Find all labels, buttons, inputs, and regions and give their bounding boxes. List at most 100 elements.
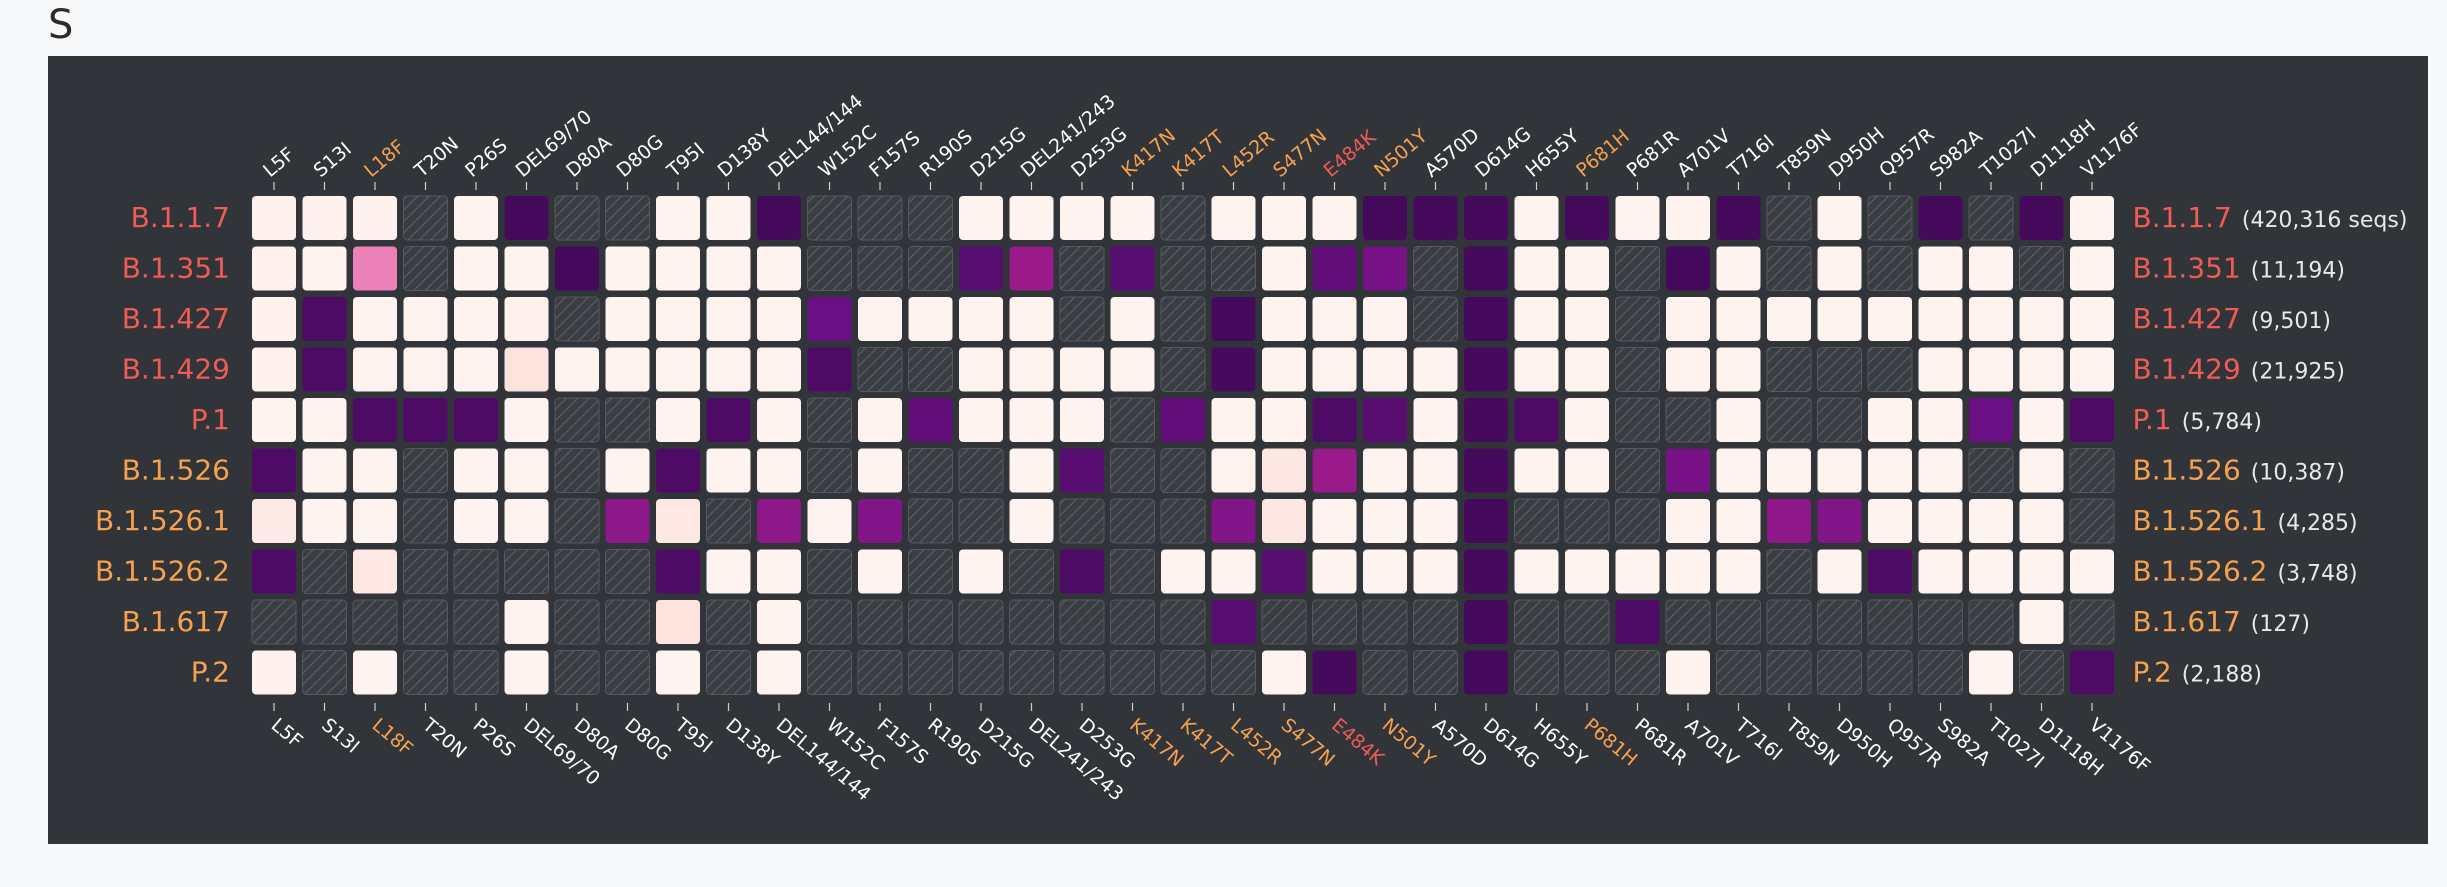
heatmap-cell: [1817, 448, 1862, 493]
heatmap-cell: [1362, 599, 1408, 645]
heatmap-cell: [1666, 297, 1710, 341]
heatmap-cell: [706, 297, 751, 341]
mutation-label-bottom: P681H: [1580, 714, 1642, 771]
heatmap-cell: [1009, 398, 1054, 442]
heatmap-cell: [706, 549, 751, 594]
heatmap-cell: [1262, 196, 1306, 240]
heatmap-cell: [1464, 549, 1508, 594]
heatmap-cell: [1968, 448, 2014, 493]
heatmap-cell: [555, 347, 599, 392]
mutation-labels-top: L5F S13I L18F T20NP26S DEL69/70D80AD80GT95I D…: [259, 90, 2147, 190]
heatmap-cell: [656, 448, 700, 493]
sequence-count: (11,194): [2251, 259, 2345, 284]
heatmap-cell: [2070, 549, 2114, 594]
heatmap-cell: [605, 347, 650, 392]
heatmap-cell: [1413, 448, 1458, 493]
sequence-count: (4,285): [2277, 511, 2357, 536]
mutation-label-top: A701V: [1673, 125, 1735, 182]
heatmap-cell: [1059, 599, 1105, 645]
heatmap-cell: [757, 297, 801, 341]
heatmap-cell: [1009, 196, 1054, 240]
heatmap-cell: [959, 196, 1003, 240]
heatmap-cell: [1362, 650, 1408, 695]
lineage-label: P.2: [191, 656, 230, 689]
heatmap-cell: [302, 599, 347, 645]
heatmap-cell: [807, 599, 852, 645]
heatmap-cell: [403, 246, 448, 291]
heatmap-cell: [1160, 347, 1206, 392]
heatmap-cell: [757, 347, 801, 392]
heatmap-cell: [1615, 600, 1660, 644]
heatmap-cell: [1160, 498, 1206, 544]
heatmap-cell: [302, 398, 347, 442]
heatmap-cell: [1514, 650, 1559, 695]
mutation-label-top: P681H: [1572, 125, 1634, 182]
heatmap-cell: [959, 246, 1003, 291]
heatmap-cell: [1160, 246, 1206, 291]
heatmap-cell: [1918, 196, 1963, 240]
mutation-label-bottom: D215G: [974, 714, 1038, 773]
heatmap-cell: [1312, 347, 1357, 392]
heatmap-cell: [1666, 549, 1710, 594]
heatmap-cell: [908, 498, 953, 544]
heatmap-cell: [554, 599, 600, 645]
heatmap-cell: [302, 297, 347, 341]
mutation-label-top: N501Y: [1370, 125, 1432, 182]
heatmap-cell: [1262, 246, 1306, 291]
heatmap-cell: [1413, 347, 1458, 392]
heatmap-cell: [2070, 650, 2114, 695]
heatmap-cell: [757, 398, 801, 442]
heatmap-cell: [1262, 650, 1306, 695]
heatmap-cell: [807, 549, 852, 594]
heatmap-cell: [2069, 448, 2115, 493]
lineage-label-right: B.1.526.2 (3,748): [2133, 555, 2358, 588]
heatmap-cell: [2019, 600, 2064, 644]
heatmap-cell: [1615, 549, 1660, 594]
heatmap-cell: [605, 195, 650, 241]
heatmap-cell: [858, 297, 902, 341]
heatmap-cell: [504, 650, 549, 695]
heatmap-cell: [1716, 549, 1761, 594]
heatmap-cell: [1969, 347, 2013, 392]
heatmap-cell: [1918, 398, 1963, 442]
heatmap-cell: [1716, 347, 1761, 392]
heatmap-cell: [857, 599, 903, 645]
heatmap-cell: [858, 549, 902, 594]
heatmap-cell: [1615, 448, 1660, 493]
heatmap-cell: [454, 246, 498, 291]
heatmap-cell: [353, 347, 397, 392]
heatmap-cell: [656, 246, 700, 291]
mutation-label-top: S13I: [310, 138, 356, 182]
heatmap-cell: [1059, 246, 1105, 291]
heatmap-cell: [706, 398, 751, 442]
heatmap-cell: [605, 246, 650, 291]
heatmap-cell: [2019, 297, 2064, 341]
heatmap-cell: [1413, 246, 1458, 291]
heatmap-cell: [1110, 498, 1155, 544]
heatmap-cell: [2019, 246, 2064, 291]
heatmap-cell: [1565, 398, 1609, 442]
heatmap-cell: [352, 599, 398, 645]
heatmap-cell: [1918, 246, 1963, 291]
heatmap-cell: [1868, 549, 1912, 594]
heatmap-cell: [656, 297, 700, 341]
heatmap-cell: [1565, 297, 1609, 341]
heatmap-cell: [1312, 499, 1357, 543]
heatmap-cell: [554, 195, 600, 241]
heatmap-cell: [1817, 347, 1862, 392]
heatmap-cell: [757, 499, 801, 543]
mutation-label-top: A570D: [1421, 124, 1484, 182]
heatmap-cell: [857, 650, 903, 695]
mutation-label-bottom: R190S: [923, 714, 984, 770]
mutation-label-bottom: A701V: [1681, 714, 1743, 771]
heatmap-cell: [2069, 599, 2115, 645]
mutation-label-bottom: D138Y: [721, 714, 783, 771]
lineage-label: B.1.526.2: [95, 555, 230, 588]
heatmap-cell: [454, 297, 498, 341]
heatmap-cell: [252, 297, 296, 341]
heatmap-cell: [656, 398, 700, 442]
heatmap-cell: [1009, 246, 1054, 291]
heatmap-cell: [1514, 246, 1559, 291]
heatmap-cell: [807, 297, 852, 341]
heatmap-cell: [504, 549, 549, 594]
